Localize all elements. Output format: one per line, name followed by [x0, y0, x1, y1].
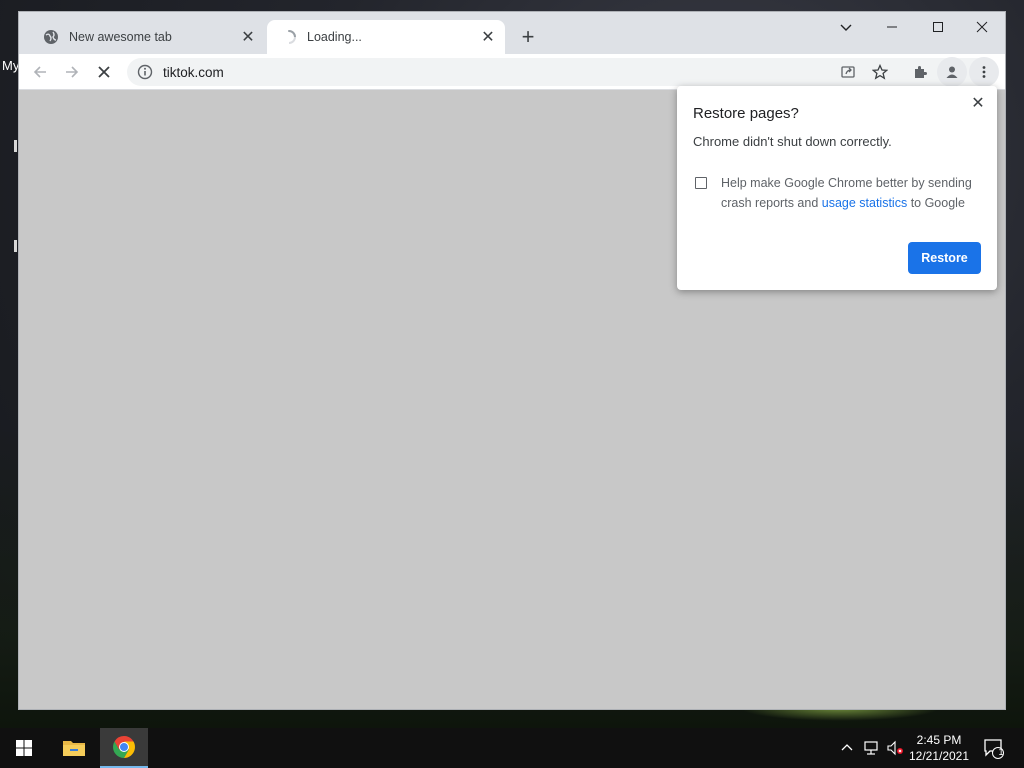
- maximize-icon[interactable]: [915, 12, 961, 42]
- taskbar: 2:45 PM 12/21/2021 1: [0, 728, 1024, 768]
- desktop-icon-fragment: [14, 140, 17, 152]
- browser-toolbar: tiktok.com: [19, 54, 1005, 90]
- checkbox-label: Help make Google Chrome better by sendin…: [721, 173, 981, 213]
- close-tab-icon[interactable]: ✕: [237, 26, 259, 48]
- dialog-message: Chrome didn't shut down correctly.: [693, 134, 892, 149]
- share-icon[interactable]: [833, 57, 863, 87]
- back-arrow-icon[interactable]: [25, 57, 55, 87]
- new-tab-plus-icon[interactable]: +: [515, 24, 541, 50]
- clock-date: 12/21/2021: [908, 749, 970, 763]
- tab-new-awesome-tab[interactable]: New awesome tab ✕: [29, 20, 265, 54]
- file-explorer-icon[interactable]: [50, 728, 98, 768]
- dialog-title: Restore pages?: [693, 105, 799, 122]
- network-icon[interactable]: [860, 728, 882, 768]
- tab-strip: New awesome tab ✕ Loading... ✕ +: [19, 12, 1005, 54]
- stop-loading-icon[interactable]: [89, 57, 119, 87]
- spinner-icon: [281, 29, 297, 45]
- crash-report-checkbox[interactable]: [695, 177, 707, 189]
- restore-pages-dialog: Restore pages? ✕ Chrome didn't shut down…: [677, 86, 997, 290]
- minimize-icon[interactable]: [869, 12, 915, 42]
- notification-count: 1: [998, 747, 1004, 757]
- system-clock[interactable]: 2:45 PM 12/21/2021: [906, 728, 972, 768]
- extensions-puzzle-icon[interactable]: [905, 57, 935, 87]
- volume-muted-icon[interactable]: [884, 728, 906, 768]
- windows-start-icon[interactable]: [0, 728, 48, 768]
- url-text: tiktok.com: [163, 64, 224, 80]
- desktop-icon-label[interactable]: My: [2, 58, 19, 73]
- profile-avatar-icon[interactable]: [937, 57, 967, 87]
- tab-loading[interactable]: Loading... ✕: [267, 20, 505, 54]
- bookmark-star-icon[interactable]: [865, 57, 895, 87]
- tab-title: New awesome tab: [69, 30, 172, 44]
- tab-search-chevron-icon[interactable]: [823, 12, 869, 42]
- usage-statistics-link[interactable]: usage statistics: [822, 196, 907, 210]
- clock-time: 2:45 PM: [916, 733, 962, 747]
- restore-button[interactable]: Restore: [908, 242, 981, 274]
- desktop-icon-fragment: [14, 240, 17, 252]
- forward-arrow-icon[interactable]: [57, 57, 87, 87]
- close-icon[interactable]: ✕: [967, 92, 989, 114]
- globe-icon: [43, 29, 59, 45]
- address-bar[interactable]: tiktok.com: [127, 58, 993, 86]
- site-info-icon[interactable]: [137, 64, 153, 80]
- notification-center-icon[interactable]: 1: [978, 728, 1008, 768]
- checkbox-text-after: to Google: [907, 196, 965, 210]
- close-tab-icon[interactable]: ✕: [477, 26, 499, 48]
- close-window-icon[interactable]: [959, 12, 1005, 42]
- tab-title: Loading...: [307, 30, 362, 44]
- menu-kebab-icon[interactable]: [969, 57, 999, 87]
- chevron-up-icon[interactable]: [838, 728, 856, 768]
- chrome-taskbar-icon[interactable]: [100, 728, 148, 768]
